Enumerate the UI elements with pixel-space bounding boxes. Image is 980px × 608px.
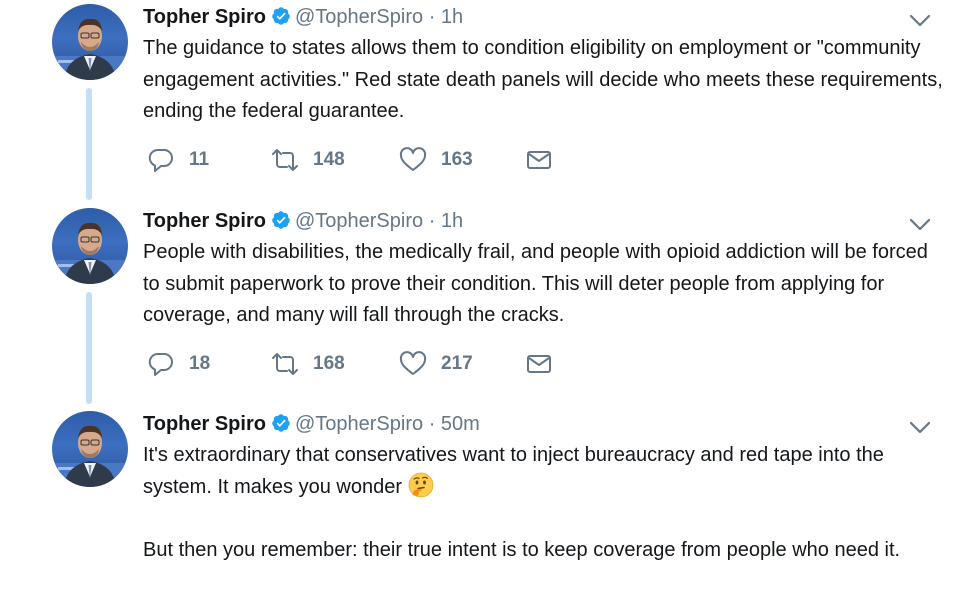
author-handle[interactable]: @TopherSpiro <box>295 210 423 232</box>
tweet-timestamp[interactable]: 1h <box>441 210 463 232</box>
avatar-image <box>52 222 128 284</box>
author-handle[interactable]: @TopherSpiro <box>295 413 423 435</box>
separator-dot: · <box>428 6 436 28</box>
avatar[interactable] <box>52 208 128 284</box>
tweet-header: Topher Spiro @TopherSpiro · 1h <box>143 209 463 236</box>
retweet-count: 168 <box>313 353 345 374</box>
reply-count: 11 <box>189 149 210 170</box>
tweet[interactable]: Topher Spiro @TopherSpiro · 1h The guidan… <box>0 0 980 200</box>
retweet-icon <box>272 353 298 375</box>
like-count: 163 <box>441 149 473 170</box>
envelope-icon <box>527 355 551 373</box>
author-name[interactable]: Topher Spiro <box>143 413 266 435</box>
reply-button[interactable]: 18 <box>147 350 210 378</box>
tweet-text-part: But then you remember: their true intent… <box>143 538 901 561</box>
like-button[interactable]: 163 <box>399 146 473 174</box>
tweet-text: The guidance to states allows them to co… <box>143 37 949 122</box>
tweet-actions: 11 148 163 <box>143 146 583 178</box>
verified-badge-icon <box>271 210 291 236</box>
tweet-text-part: It's extraordinary that conservatives wa… <box>143 444 890 498</box>
heart-icon <box>399 351 427 375</box>
chevron-down-icon[interactable] <box>908 10 932 30</box>
tweet-header: Topher Spiro @TopherSpiro · 1h <box>143 5 463 32</box>
separator-dot: · <box>428 210 436 232</box>
direct-message-button[interactable] <box>525 350 553 378</box>
envelope-icon <box>527 151 551 169</box>
thinking-face-emoji <box>408 472 434 498</box>
heart-icon <box>399 147 427 171</box>
chevron-down-icon[interactable] <box>908 214 932 234</box>
tweet-timestamp[interactable]: 50m <box>441 413 480 435</box>
verified-badge-icon <box>271 413 291 439</box>
tweet-timestamp[interactable]: 1h <box>441 6 463 28</box>
retweet-icon <box>272 149 298 171</box>
reply-icon <box>148 352 173 376</box>
tweet[interactable]: Topher Spiro @TopherSpiro · 50m It's extr… <box>0 407 980 608</box>
reply-icon <box>148 148 173 172</box>
like-count: 217 <box>441 353 473 374</box>
tweet[interactable]: Topher Spiro @TopherSpiro · 1h People wit… <box>0 204 980 404</box>
avatar[interactable] <box>52 411 128 487</box>
retweet-button[interactable]: 168 <box>271 350 345 378</box>
like-button[interactable]: 217 <box>399 350 473 378</box>
author-handle[interactable]: @TopherSpiro <box>295 6 423 28</box>
tweet-header: Topher Spiro @TopherSpiro · 50m <box>143 412 480 439</box>
reply-button[interactable]: 11 <box>147 146 209 174</box>
tweet-actions: 18 168 217 <box>143 350 583 382</box>
avatar[interactable] <box>52 4 128 80</box>
chevron-down-icon[interactable] <box>908 417 932 437</box>
retweet-button[interactable]: 148 <box>271 146 345 174</box>
direct-message-button[interactable] <box>525 146 553 174</box>
avatar-image <box>52 425 128 487</box>
tweet-text: People with disabilities, the medically … <box>143 241 934 326</box>
author-name[interactable]: Topher Spiro <box>143 210 266 232</box>
reply-count: 18 <box>189 353 211 374</box>
separator-dot: · <box>428 413 436 435</box>
avatar-image <box>52 18 128 80</box>
verified-badge-icon <box>271 6 291 32</box>
tweet-text: It's extraordinary that conservatives wa… <box>143 440 943 566</box>
retweet-count: 148 <box>313 149 345 170</box>
author-name[interactable]: Topher Spiro <box>143 6 266 28</box>
